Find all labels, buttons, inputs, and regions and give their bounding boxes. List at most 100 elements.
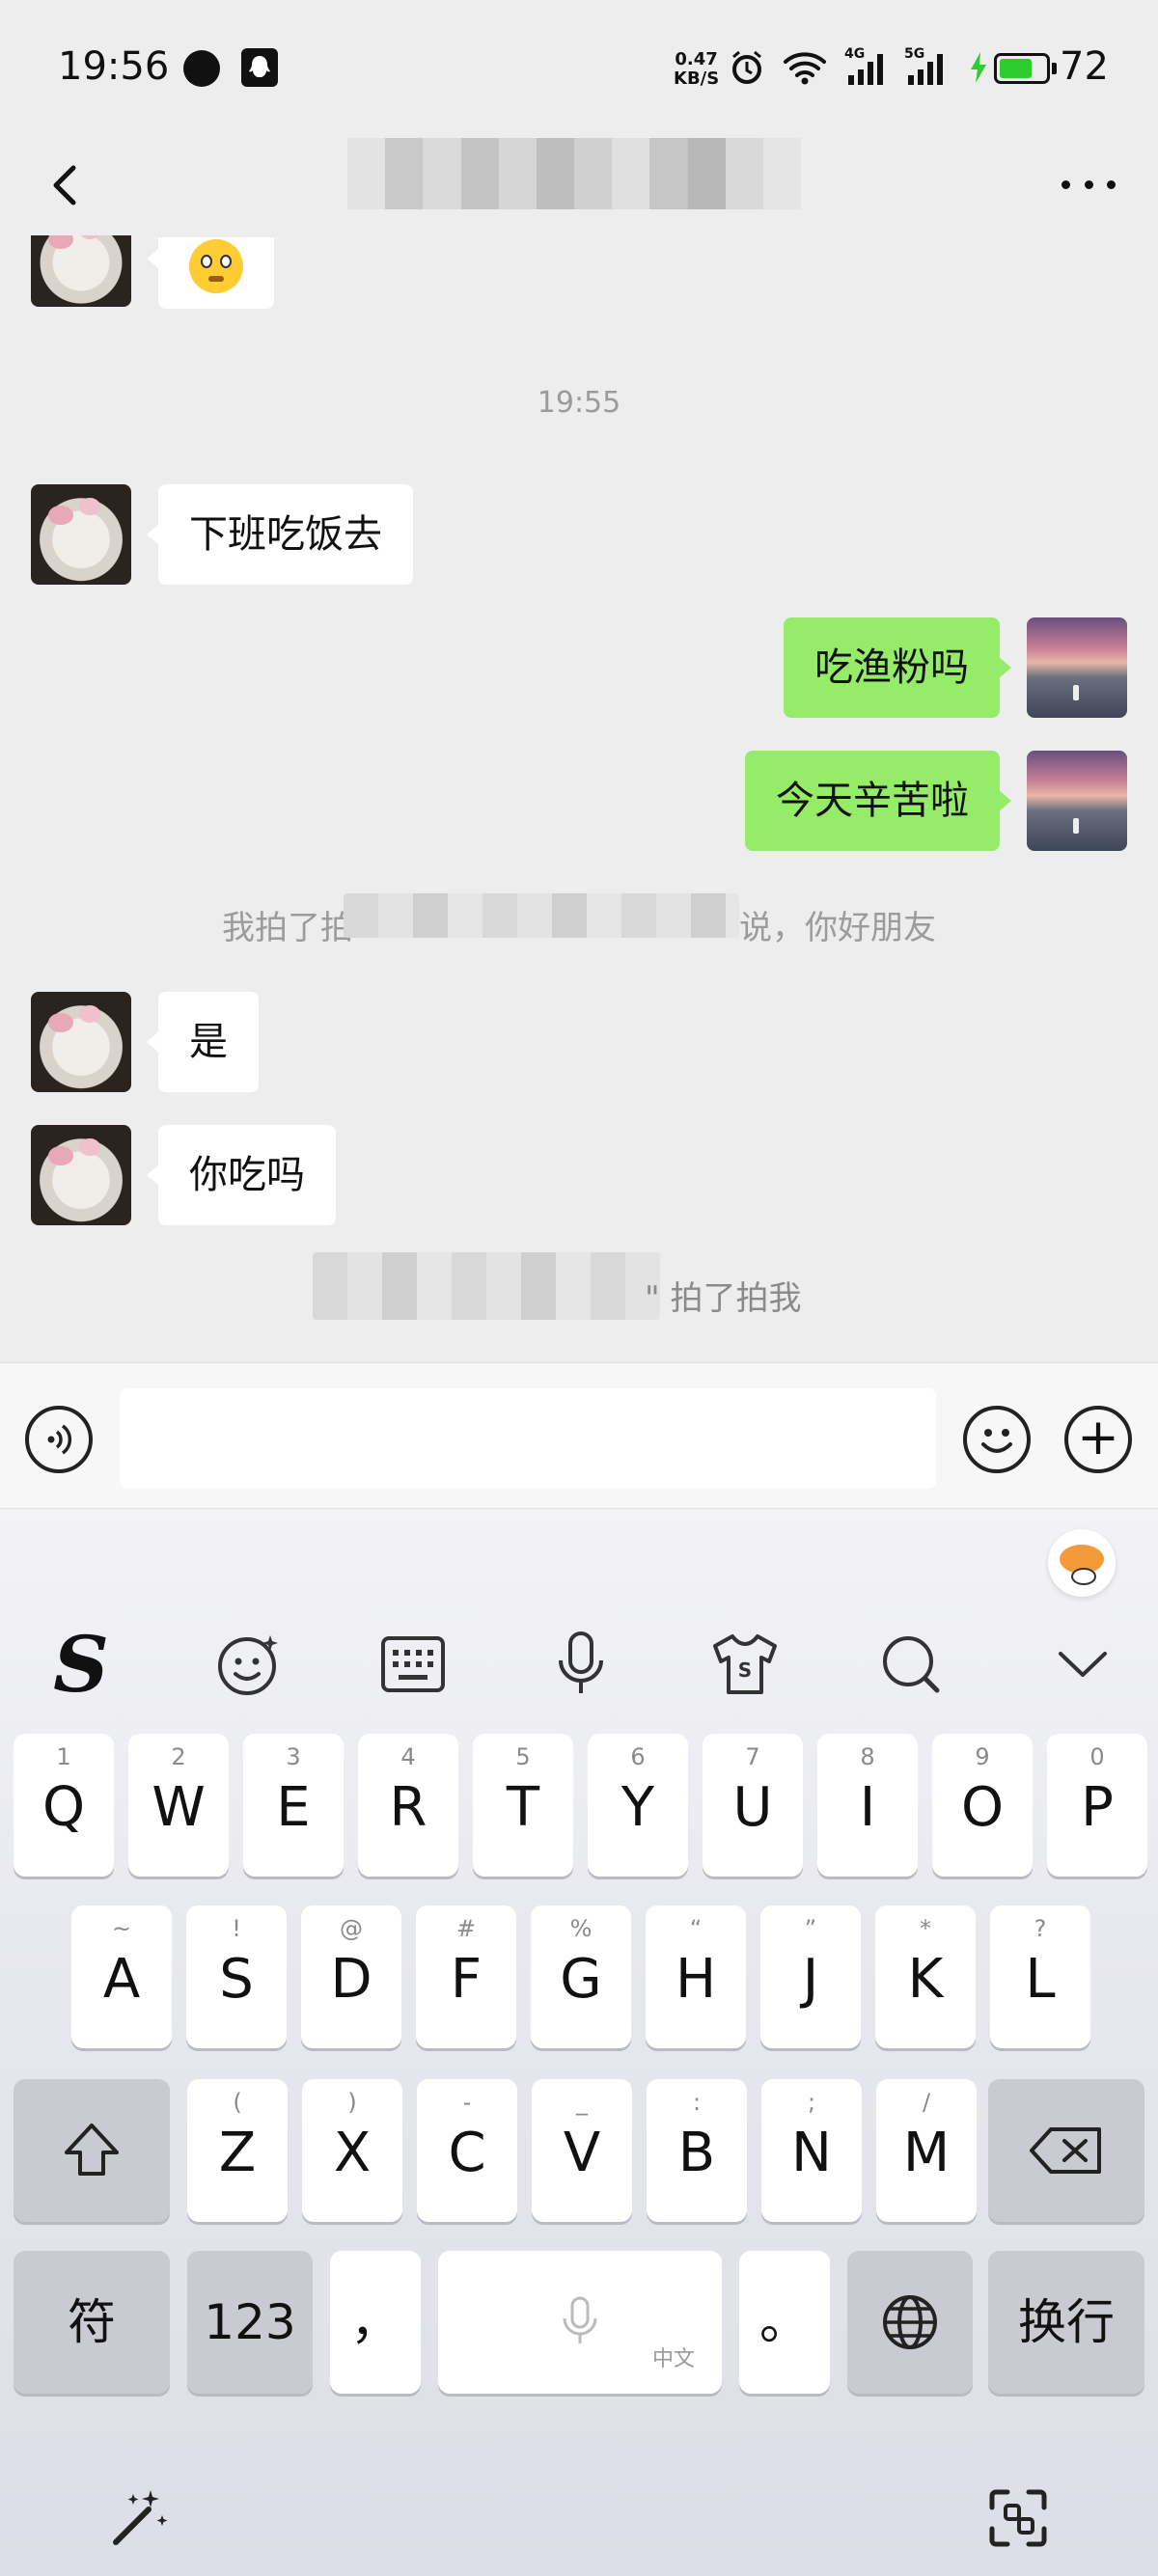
avatar-contact[interactable]	[31, 1125, 131, 1225]
avatar-self[interactable]	[1027, 617, 1127, 718]
magic-wand-button[interactable]	[106, 2484, 174, 2552]
backspace-key[interactable]	[988, 2079, 1144, 2222]
key-letter: I	[859, 1776, 876, 1839]
key-a[interactable]: ~ A	[71, 1905, 172, 2048]
key-e[interactable]: 3E	[243, 1734, 344, 1877]
message-bubble-incoming[interactable]: 你吃吗	[147, 1125, 336, 1225]
key-u[interactable]: 7U	[703, 1734, 803, 1877]
key-y[interactable]: 6Y	[588, 1734, 688, 1877]
period-key[interactable]: 。	[739, 2251, 830, 2394]
key-k[interactable]: * K	[875, 1905, 976, 2048]
key-letter: O	[960, 1776, 1005, 1839]
search-button[interactable]	[863, 1616, 959, 1713]
key-hint: 8	[860, 1743, 875, 1770]
key-hint: _	[576, 2089, 588, 2116]
key-n[interactable]: ; N	[761, 2079, 862, 2222]
space-key[interactable]: 中文	[438, 2251, 722, 2394]
message-bubble-outgoing[interactable]: 吃渔粉吗	[784, 617, 1011, 718]
emoji-icon	[981, 1429, 1012, 1453]
scan-icon	[989, 2489, 1047, 2547]
key-c[interactable]: -C	[417, 2079, 517, 2222]
skin-button[interactable]: S	[697, 1616, 793, 1713]
microphone-icon	[559, 1631, 603, 1693]
avatar-contact[interactable]	[31, 484, 131, 585]
key-f[interactable]: # F	[416, 1905, 516, 2048]
key-d[interactable]: @ D	[301, 1905, 401, 2048]
back-button[interactable]	[39, 156, 96, 214]
key-j[interactable]: ” J	[760, 1905, 861, 2048]
plus-icon: +	[1077, 1409, 1119, 1466]
key-h[interactable]: “H	[646, 1905, 746, 2048]
symbols-key[interactable]: 符	[14, 2251, 170, 2394]
emoji-panel-button[interactable]	[201, 1616, 297, 1713]
comma-key[interactable]: ，	[330, 2251, 421, 2394]
message-bubble-outgoing[interactable]: 今天辛苦啦	[745, 751, 1011, 851]
key-letter: L	[1025, 1948, 1056, 2011]
sogou-logo-button[interactable]: S	[33, 1616, 129, 1713]
language-key[interactable]	[847, 2251, 973, 2394]
qq-notification-icon	[241, 48, 278, 87]
magic-wand-icon	[113, 2490, 168, 2545]
key-hint: :	[692, 2089, 702, 2116]
message-bubble-incoming[interactable]: 下班吃饭去	[147, 484, 413, 585]
key-v[interactable]: _ V	[532, 2079, 632, 2222]
key-b[interactable]: :B	[647, 2079, 747, 2222]
redacted-name-blur	[313, 1252, 660, 1320]
key-q[interactable]: 1Q	[14, 1734, 114, 1877]
key-t[interactable]: 5T	[473, 1734, 573, 1877]
keyboard-switch-button[interactable]	[365, 1616, 461, 1713]
key-s[interactable]: ! S	[186, 1905, 287, 2048]
alarm-icon	[732, 50, 761, 84]
key-w[interactable]: 2W	[128, 1734, 229, 1877]
key-g[interactable]: % G	[531, 1905, 631, 2048]
flushed-emoji-icon	[189, 239, 243, 293]
key-hint: #	[455, 1915, 477, 1942]
key-l[interactable]: ? L	[990, 1905, 1090, 2048]
key-letter: K	[907, 1948, 944, 2011]
avatar-self[interactable]	[1027, 751, 1127, 851]
key-hint: ~	[111, 1915, 132, 1942]
more-button[interactable]	[1062, 160, 1116, 208]
keyboard-mascot-icon[interactable]	[1048, 1529, 1116, 1597]
emoji-button[interactable]	[963, 1406, 1031, 1473]
key-x[interactable]: ) X	[302, 2079, 402, 2222]
key-hint: 7	[745, 1743, 760, 1770]
scan-text-button[interactable]	[984, 2484, 1052, 2552]
keyboard-icon	[381, 1636, 445, 1692]
signal-5g-icon: 5G	[904, 46, 951, 87]
more-actions-button[interactable]: +	[1064, 1406, 1132, 1473]
key-i[interactable]: 8I	[817, 1734, 918, 1877]
numbers-key[interactable]: 123	[187, 2251, 313, 2394]
key-hint: -	[462, 2089, 472, 2116]
message-bubble-incoming[interactable]: 是	[147, 992, 259, 1092]
key-r[interactable]: 4R	[358, 1734, 458, 1877]
keyboard-bottom-bar	[0, 2475, 1158, 2576]
battery-icon	[994, 53, 1050, 84]
key-letter: Q	[41, 1776, 86, 1839]
key-hint: ?	[1034, 1915, 1047, 1942]
chevron-left-icon	[53, 165, 76, 206]
message-input[interactable]	[120, 1388, 936, 1489]
voice-keyboard-button[interactable]	[533, 1616, 629, 1713]
system-pat-prefix: 我拍了拍	[222, 909, 353, 947]
key-m[interactable]: / M	[876, 2079, 977, 2222]
status-icons: 4G 5G	[729, 46, 989, 89]
key-letter: D	[330, 1948, 372, 2011]
collapse-keyboard-button[interactable]	[1034, 1616, 1131, 1713]
key-p[interactable]: 0P	[1047, 1734, 1147, 1877]
sticker-smile-icon	[218, 1635, 278, 1695]
tshirt-icon: S	[713, 1634, 777, 1694]
key-hint: /	[922, 2089, 931, 2116]
svg-text:S: S	[738, 1658, 752, 1682]
signal-4g-icon: 4G	[844, 46, 887, 87]
enter-key[interactable]: 换行	[988, 2251, 1144, 2394]
voice-icon	[47, 1424, 72, 1455]
battery-level: 72	[1060, 44, 1109, 89]
key-hint: ;	[807, 2089, 816, 2116]
key-z[interactable]: (Z	[187, 2079, 288, 2222]
voice-input-button[interactable]	[25, 1406, 93, 1473]
shift-key[interactable]	[14, 2079, 170, 2222]
key-o[interactable]: 9O	[932, 1734, 1033, 1877]
backspace-icon	[1030, 2127, 1101, 2174]
avatar-contact[interactable]	[31, 992, 131, 1092]
